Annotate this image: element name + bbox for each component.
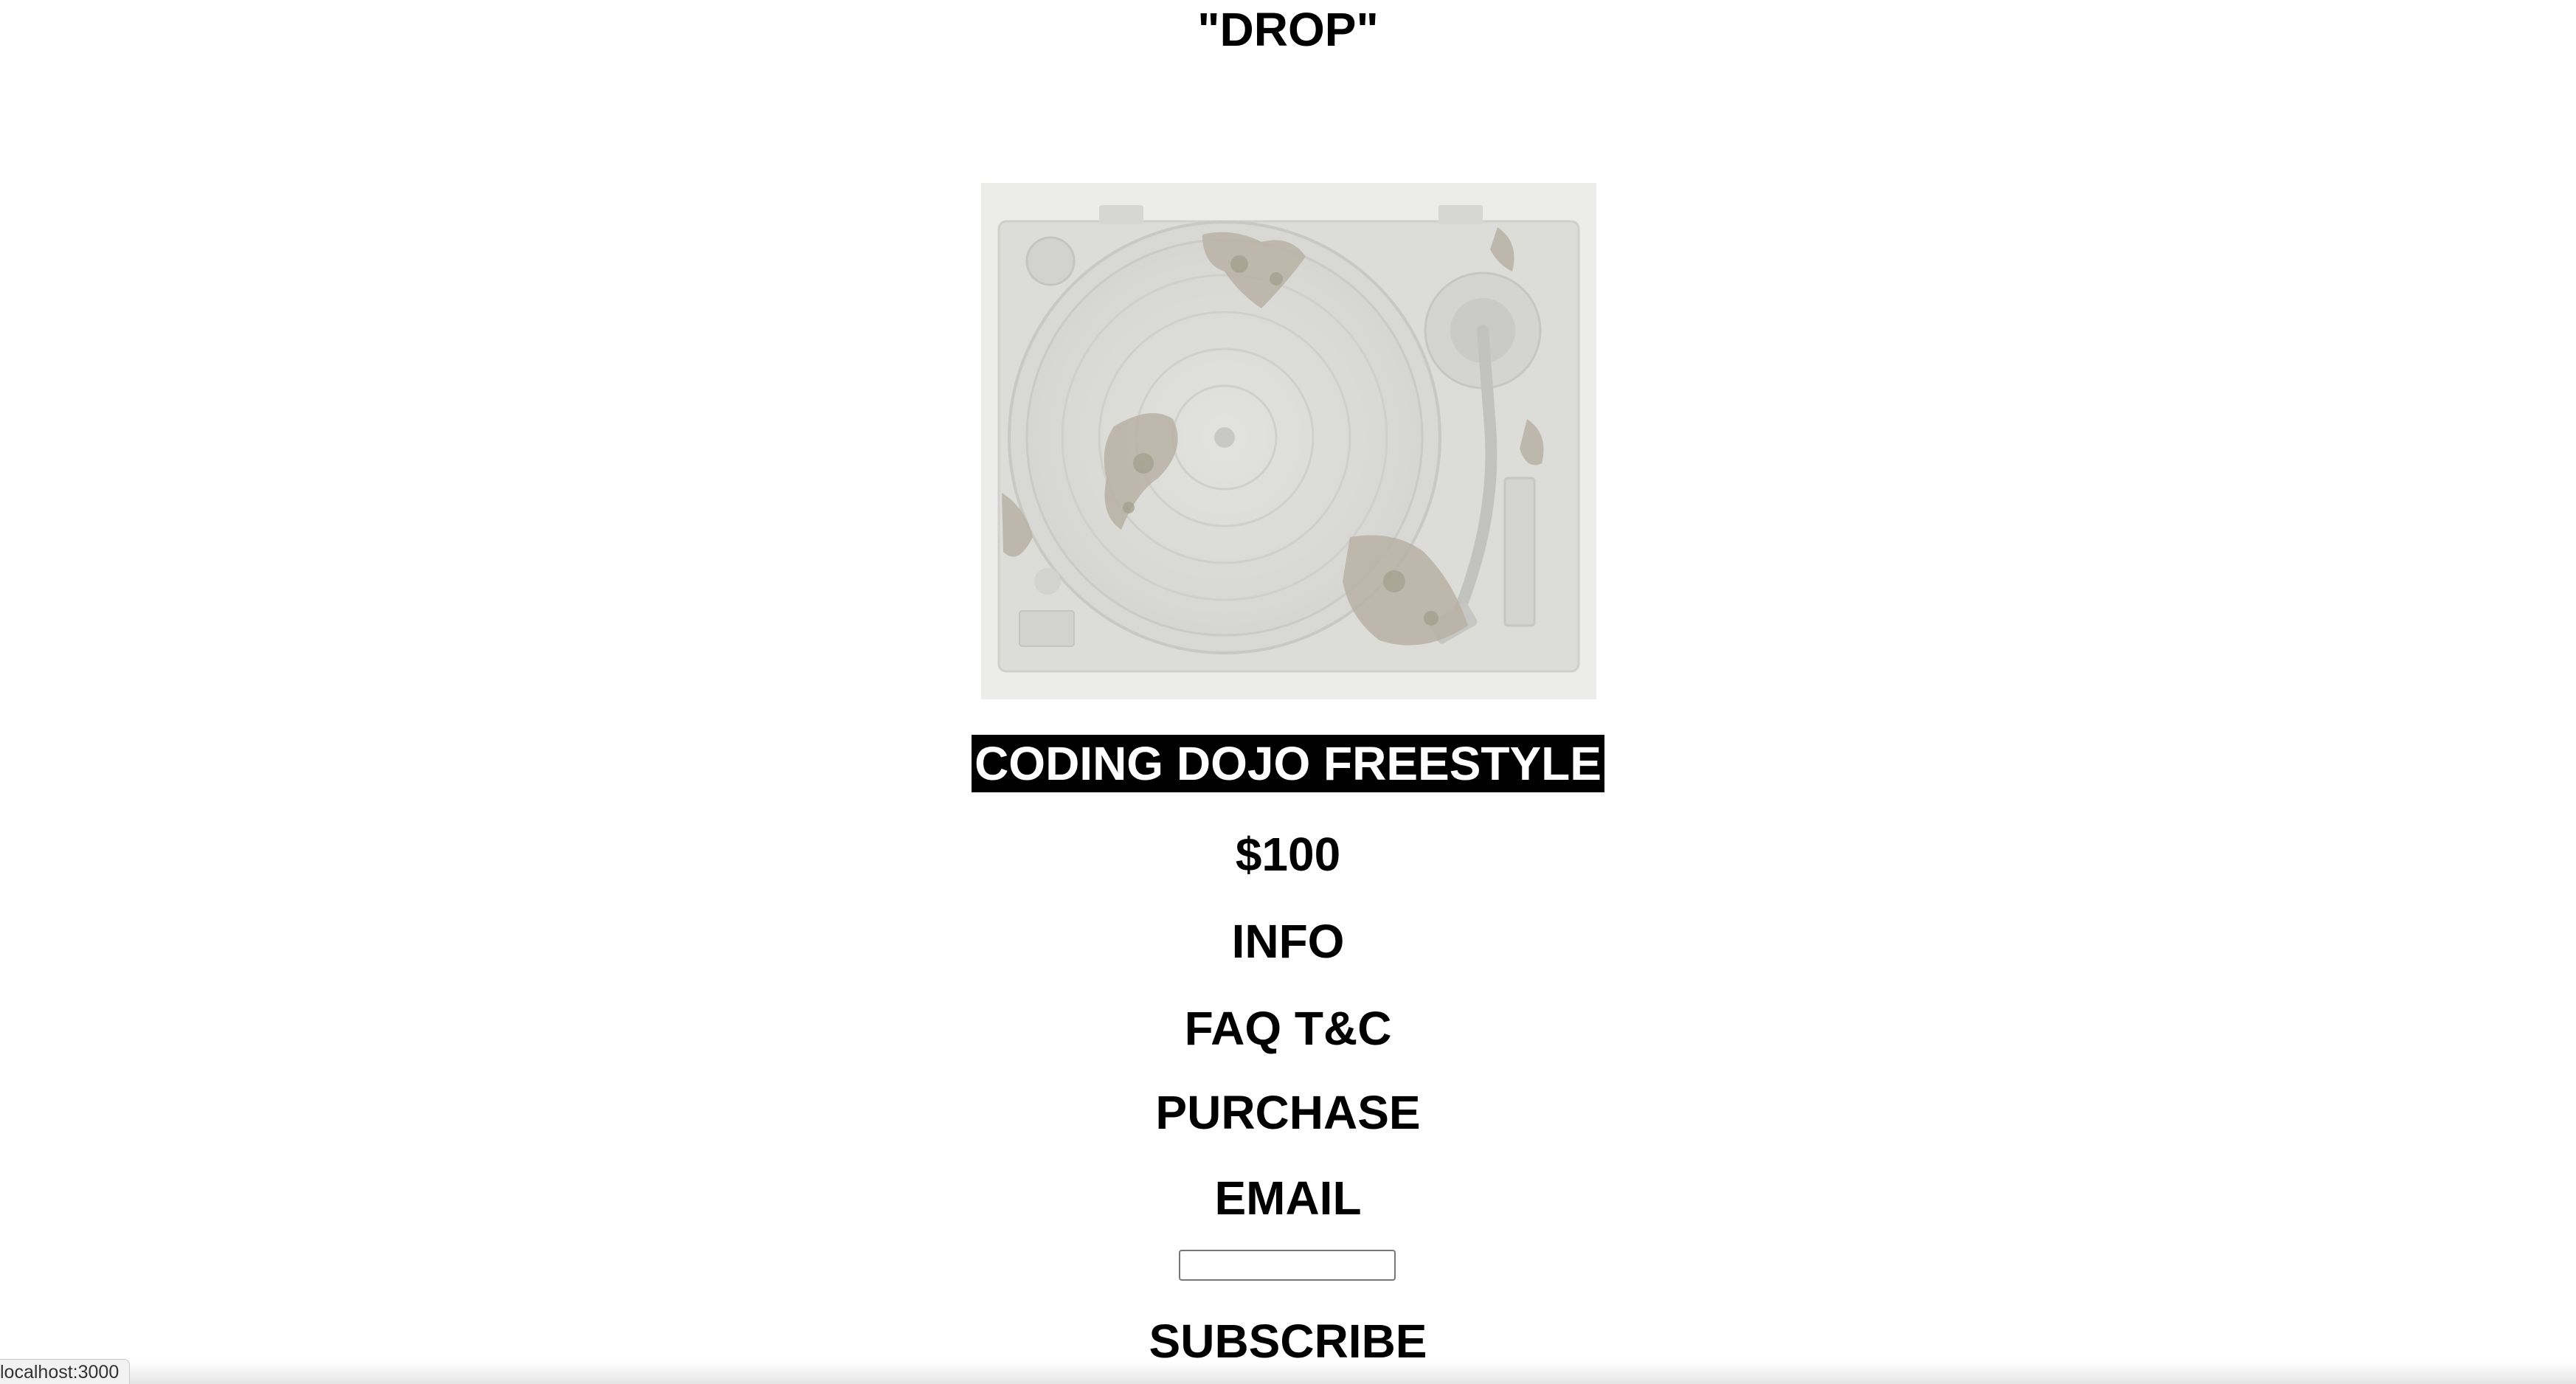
page: "DROP" CODING DOJO FREESTYLE $100 INFO F… xyxy=(0,0,2576,1384)
purchase-link[interactable]: PURCHASE xyxy=(0,1083,2576,1142)
status-bar-url: localhost:3000 xyxy=(0,1359,131,1384)
bottom-fade xyxy=(0,1362,2576,1384)
page-title: "DROP" xyxy=(1197,3,1379,56)
email-label: EMAIL xyxy=(1214,1172,1362,1225)
product-image xyxy=(981,183,1596,699)
info-link[interactable]: INFO xyxy=(0,912,2576,971)
product-price: $100 xyxy=(1235,828,1341,881)
product-name: CODING DOJO FREESTYLE xyxy=(972,735,1604,792)
faq-terms-link[interactable]: FAQ T&C xyxy=(0,999,2576,1058)
product-name-wrapper: CODING DOJO FREESTYLE xyxy=(0,735,2576,792)
email-input[interactable] xyxy=(1179,1250,1396,1281)
turntable-image xyxy=(981,183,1596,699)
